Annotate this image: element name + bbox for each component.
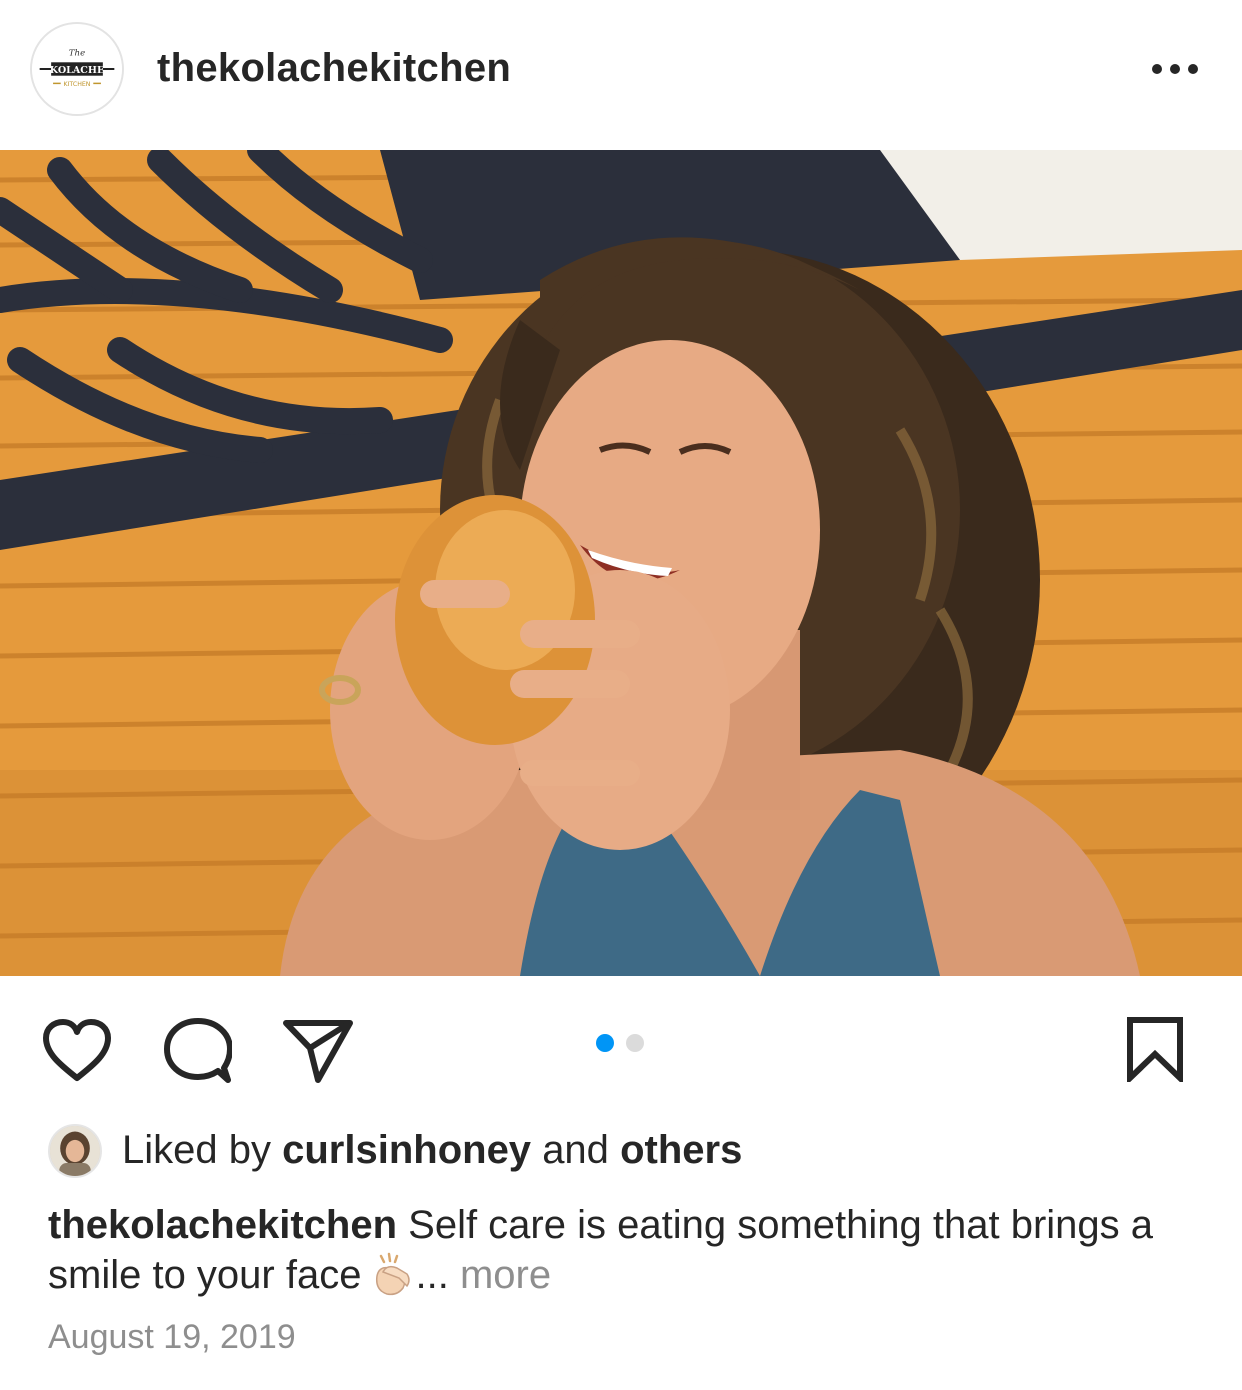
carousel-dot[interactable] xyxy=(626,1034,644,1052)
likes-summary: Liked by curlsinhoney and others xyxy=(48,1122,1198,1180)
more-horizontal-icon xyxy=(1152,64,1198,74)
caption-more-link[interactable]: more xyxy=(460,1253,551,1297)
photo-image xyxy=(0,150,1242,976)
post-username[interactable]: thekolachekitchen xyxy=(157,46,511,91)
post-header: The KOLACHE KITCHEN thekolachekitchen xyxy=(0,0,1242,140)
likes-text: Liked by curlsinhoney and others xyxy=(122,1128,742,1173)
post-photo[interactable] xyxy=(0,150,1242,976)
logo-text-bottom: KITCHEN xyxy=(64,81,91,88)
liker-username[interactable]: curlsinhoney xyxy=(282,1128,531,1172)
send-icon xyxy=(283,1020,353,1083)
caption-ellipsis: ... xyxy=(415,1253,449,1297)
carousel-indicator xyxy=(596,1034,648,1054)
heart-icon xyxy=(43,1019,111,1081)
likes-others[interactable]: others xyxy=(620,1128,742,1172)
likes-prefix: Liked by xyxy=(122,1128,271,1172)
profile-avatar[interactable]: The KOLACHE KITCHEN xyxy=(30,22,124,116)
comment-button[interactable] xyxy=(164,1018,232,1084)
post-date: August 19, 2019 xyxy=(48,1318,296,1356)
more-options-button[interactable] xyxy=(1146,52,1204,86)
like-button[interactable] xyxy=(42,1018,112,1082)
clapping-hands-icon xyxy=(367,1252,415,1298)
likes-middle: and xyxy=(542,1128,609,1172)
logo-text-top: The xyxy=(69,49,85,59)
share-button[interactable] xyxy=(282,1018,354,1084)
action-bar xyxy=(0,990,1242,1100)
liker-avatar[interactable] xyxy=(48,1124,102,1178)
caption-username[interactable]: thekolachekitchen xyxy=(48,1203,397,1247)
post-caption: thekolachekitchen Self care is eating so… xyxy=(48,1200,1168,1300)
kolache-kitchen-logo: The KOLACHE KITCHEN xyxy=(32,24,122,114)
bookmark-icon xyxy=(1127,1017,1183,1082)
logo-text-middle: KOLACHE xyxy=(50,65,104,76)
liker-photo xyxy=(50,1126,100,1176)
comment-icon xyxy=(164,1018,232,1083)
save-button[interactable] xyxy=(1124,1016,1186,1082)
carousel-dot-active[interactable] xyxy=(596,1034,614,1052)
